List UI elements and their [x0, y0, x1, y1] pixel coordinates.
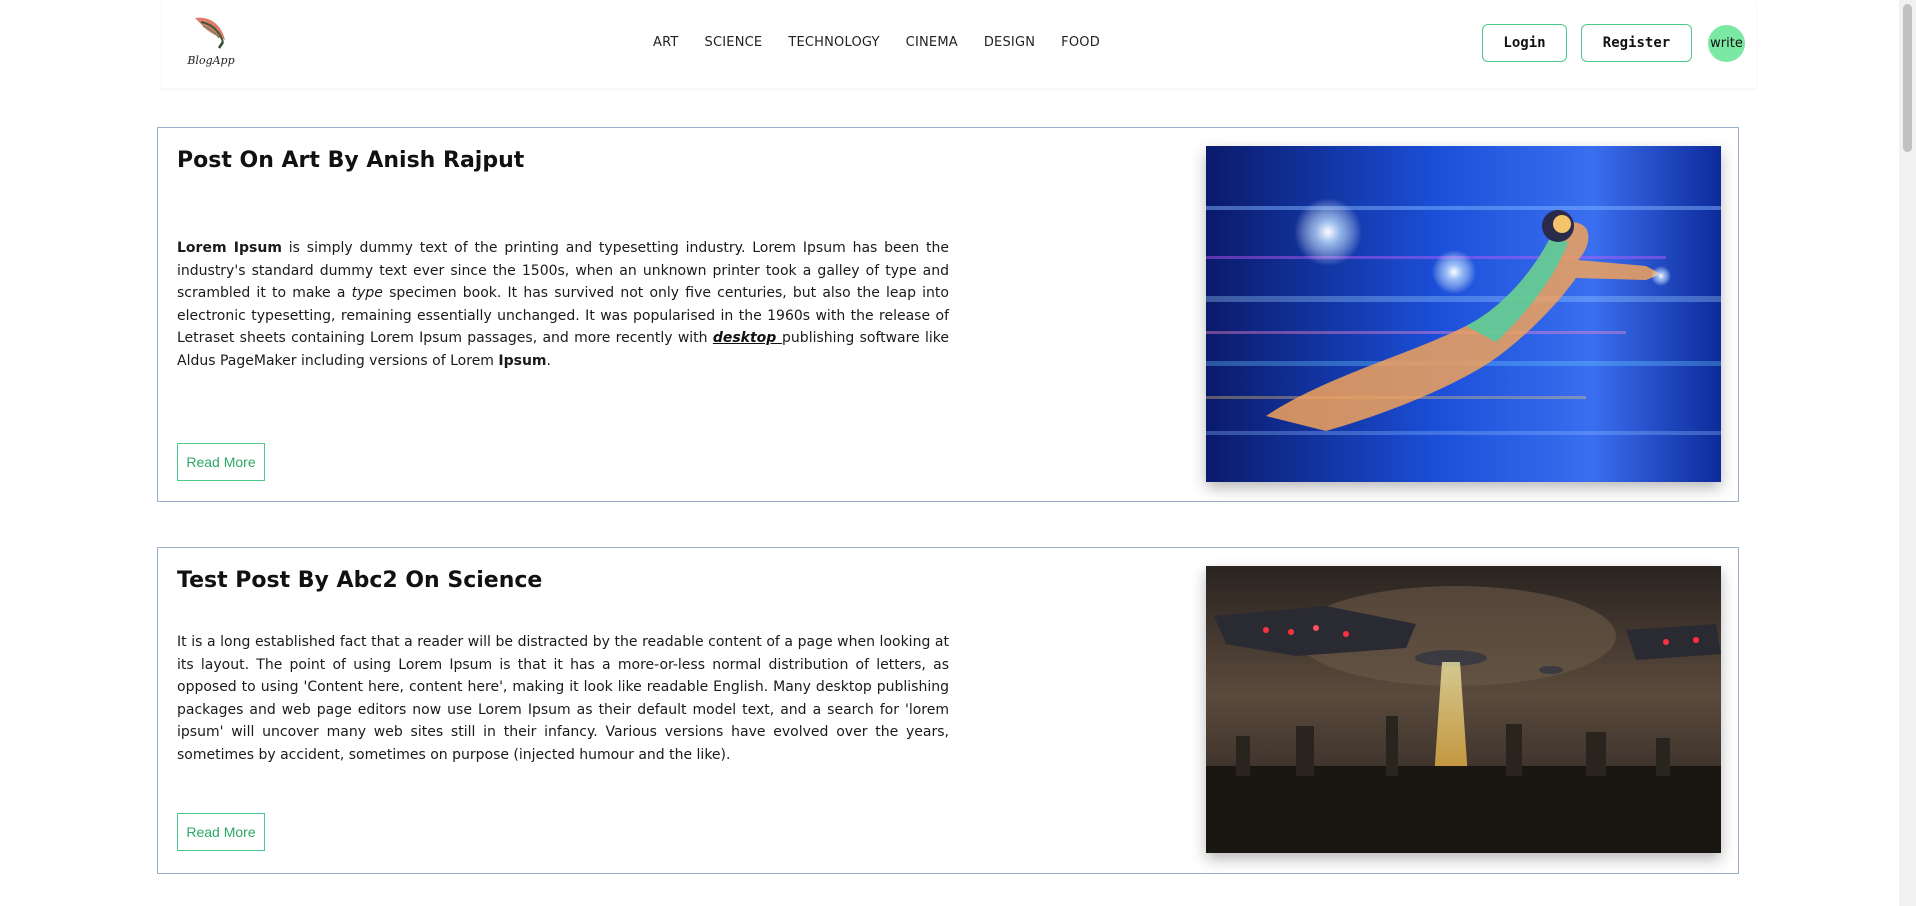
vertical-scrollbar[interactable] — [1899, 0, 1916, 906]
read-more-button[interactable]: Read More — [177, 443, 265, 481]
top-navbar: BlogApp ART SCIENCE TECHNOLOGY CINEMA DE… — [161, 0, 1756, 88]
nav-link-technology[interactable]: TECHNOLOGY — [788, 35, 879, 51]
post-excerpt: It is a long established fact that a rea… — [177, 634, 949, 763]
post-image-superhero[interactable] — [1206, 146, 1721, 482]
superhero-flying-art-image — [1206, 146, 1721, 482]
post-image-spaceships[interactable] — [1206, 566, 1721, 853]
post-title: Test Post By Abc2 On Science — [177, 568, 543, 593]
bold-text: Lorem Ipsum — [177, 240, 282, 256]
category-nav: ART SCIENCE TECHNOLOGY CINEMA DESIGN FOO… — [653, 35, 1126, 51]
post-card: Post On Art By Anish Rajput Lorem Ipsum … — [157, 127, 1739, 502]
post-excerpt: Lorem Ipsum is simply dummy text of the … — [177, 240, 949, 369]
italic-text: type — [351, 285, 383, 301]
post-title: Post On Art By Anish Rajput — [177, 148, 525, 173]
alien-spaceships-city-image — [1206, 566, 1721, 853]
scrollbar-thumb[interactable] — [1903, 4, 1912, 152]
nav-link-design[interactable]: DESIGN — [984, 35, 1035, 51]
nav-link-art[interactable]: ART — [653, 35, 679, 51]
brand-name: BlogApp — [187, 54, 235, 67]
bold-text: Ipsum — [498, 352, 547, 369]
post-card: Test Post By Abc2 On Science It is a lon… — [157, 547, 1739, 874]
login-button[interactable]: Login — [1482, 24, 1567, 62]
nav-link-food[interactable]: FOOD — [1061, 35, 1100, 51]
read-more-button[interactable]: Read More — [177, 813, 265, 851]
brand-logo[interactable]: BlogApp — [183, 14, 235, 72]
nav-link-cinema[interactable]: CINEMA — [906, 35, 958, 51]
feather-quill-icon — [195, 17, 225, 49]
write-button[interactable]: write — [1708, 25, 1745, 62]
nav-link-science[interactable]: SCIENCE — [705, 35, 763, 51]
register-button[interactable]: Register — [1581, 24, 1692, 62]
inline-link-desktop[interactable]: desktop — [713, 330, 782, 346]
